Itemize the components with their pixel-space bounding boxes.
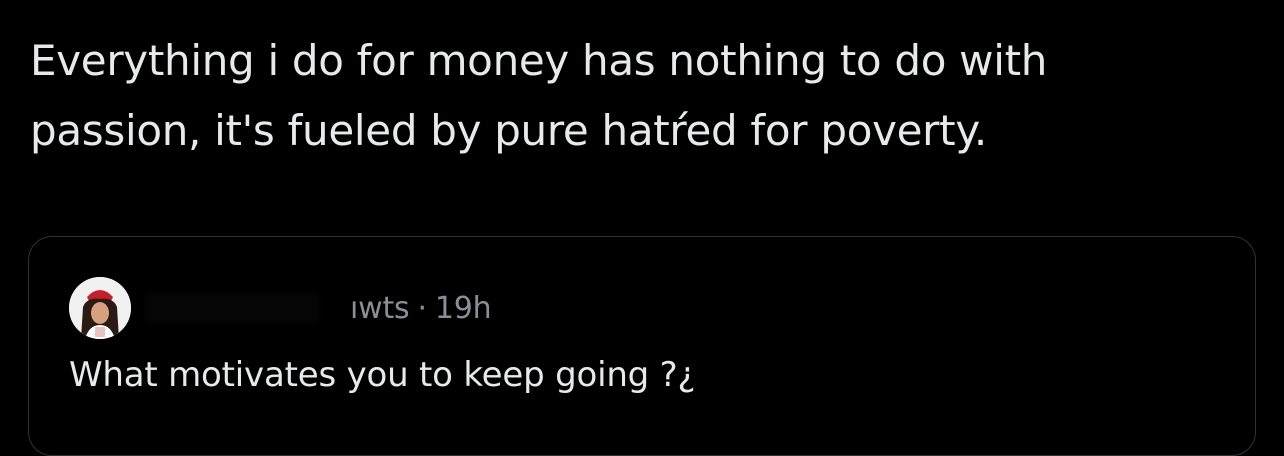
quoted-tweet-meta: ıwts · 19h [350,290,492,326]
meta-separator: · [417,290,427,326]
quoted-tweet-header: ıwts · 19h [69,277,492,339]
avatar[interactable] [69,277,131,339]
handle-fragment[interactable]: ıwts [350,291,410,326]
quoted-tweet-card[interactable]: ıwts · 19h What motivates you to keep go… [28,236,1256,456]
avatar-image [69,277,131,339]
redacted-display-name [145,293,320,323]
tweet-text: Everything i do for money has nothing to… [30,36,1048,155]
timestamp[interactable]: 19h [435,291,492,326]
quoted-tweet-text: What motivates you to keep going ?¿ [69,355,696,395]
